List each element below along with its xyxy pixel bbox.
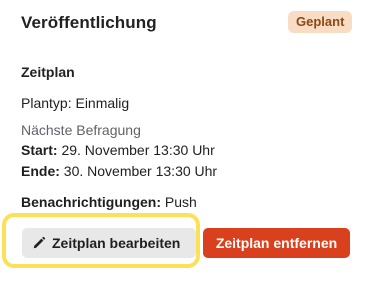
next-survey-heading: Nächste Befragung bbox=[21, 122, 141, 138]
end-row: Ende: 30. November 13:30 Uhr bbox=[21, 163, 217, 179]
start-label: Start: bbox=[21, 142, 58, 158]
start-value: 29. November 13:30 Uhr bbox=[61, 142, 215, 158]
remove-schedule-button[interactable]: Zeitplan entfernen bbox=[203, 228, 350, 258]
notifications-value: Push bbox=[164, 194, 197, 210]
start-row: Start: 29. November 13:30 Uhr bbox=[21, 142, 215, 158]
end-value: 30. November 13:30 Uhr bbox=[63, 163, 218, 179]
notifications-label: Benachrichtigungen: bbox=[21, 194, 162, 210]
card-title: Veröffentlichung bbox=[21, 13, 157, 32]
plan-type-row: Plantyp: Einmalig bbox=[21, 95, 129, 111]
plan-type-value: Einmalig bbox=[75, 95, 130, 111]
edit-schedule-button[interactable]: Zeitplan bearbeiten bbox=[22, 228, 196, 258]
notifications-row: Benachrichtigungen: Push bbox=[21, 194, 197, 210]
edit-schedule-label: Zeitplan bearbeiten bbox=[52, 235, 181, 251]
schedule-section-title: Zeitplan bbox=[21, 64, 75, 80]
pencil-icon bbox=[33, 236, 46, 249]
publication-card: Veröffentlichung Geplant Zeitplan Planty… bbox=[0, 0, 372, 288]
status-badge: Geplant bbox=[288, 11, 353, 33]
plan-type-label: Plantyp: bbox=[21, 95, 72, 111]
end-label: Ende: bbox=[21, 163, 60, 179]
